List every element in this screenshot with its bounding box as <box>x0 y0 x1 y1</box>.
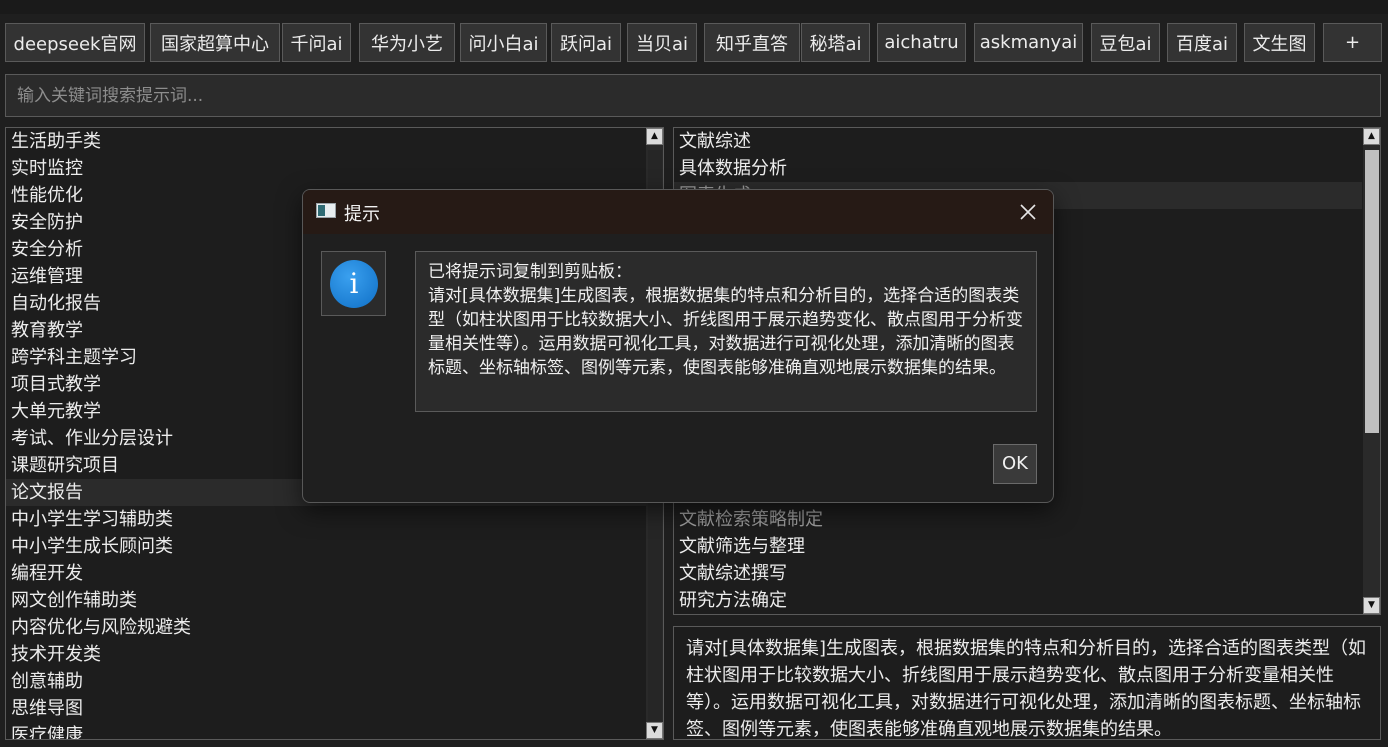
scroll-down-icon[interactable]: ▼ <box>1363 597 1380 614</box>
list-item[interactable]: 中小学生学习辅助类 <box>6 506 646 533</box>
scroll-up-icon[interactable]: ▲ <box>646 128 663 145</box>
tab-aichatru[interactable]: aichatru <box>877 23 966 62</box>
list-item[interactable]: 中小学生成长顾问类 <box>6 533 646 560</box>
tab-dangbei[interactable]: 当贝ai <box>627 23 697 62</box>
ok-button[interactable]: OK <box>993 444 1037 484</box>
list-item[interactable]: 医疗健康 <box>6 722 646 739</box>
dialog-title-bar: 提示 <box>303 190 1053 234</box>
scroll-down-icon[interactable]: ▼ <box>646 722 663 739</box>
tab-askmanyai[interactable]: askmanyai <box>974 23 1083 62</box>
list-item[interactable]: 具体数据分析 <box>674 155 1362 182</box>
close-icon <box>1020 204 1036 220</box>
prompt-scrollbar[interactable]: ▲ ▼ <box>1363 128 1380 614</box>
tab-mita[interactable]: 秘塔ai <box>801 23 870 62</box>
tab-baidu[interactable]: 百度ai <box>1167 23 1237 62</box>
app-icon <box>316 203 336 218</box>
dialog-message: 已将提示词复制到剪贴板： 请对[具体数据集]生成图表，根据数据集的特点和分析目的… <box>415 251 1037 412</box>
close-button[interactable] <box>1003 190 1053 234</box>
tab-doubao[interactable]: 豆包ai <box>1091 23 1160 62</box>
list-item[interactable]: 文献筛选与整理 <box>674 533 1362 560</box>
search-input[interactable] <box>5 74 1381 117</box>
list-item[interactable]: 网文创作辅助类 <box>6 587 646 614</box>
info-icon-box: i <box>321 251 386 316</box>
information-icon: i <box>330 260 378 308</box>
scroll-up-icon[interactable]: ▲ <box>1363 128 1380 145</box>
tab-yuewen[interactable]: 跃问ai <box>551 23 621 62</box>
tab-supercomputing-center[interactable]: 国家超算中心 <box>150 23 280 62</box>
list-item[interactable]: 文献综述 <box>674 128 1362 155</box>
tab-wenxiaobai[interactable]: 问小白ai <box>460 23 547 62</box>
list-item[interactable]: 思维导图 <box>6 695 646 722</box>
tab-deepseek[interactable]: deepseek官网 <box>5 23 145 62</box>
list-item[interactable]: 生活助手类 <box>6 128 646 155</box>
title-strip <box>0 0 1388 14</box>
dialog-title: 提示 <box>344 204 380 225</box>
tab-text-to-image[interactable]: 文生图 <box>1244 23 1315 62</box>
tab-qianwen[interactable]: 千问ai <box>282 23 351 62</box>
list-item[interactable]: 实时监控 <box>6 155 646 182</box>
list-item[interactable]: 创意辅助 <box>6 668 646 695</box>
list-item[interactable]: 编程开发 <box>6 560 646 587</box>
list-item[interactable]: 内容优化与风险规避类 <box>6 614 646 641</box>
tab-huawei-xiaoyi[interactable]: 华为小艺 <box>359 23 455 62</box>
prompt-description: 请对[具体数据集]生成图表，根据数据集的特点和分析目的，选择合适的图表类型（如柱… <box>673 626 1381 740</box>
list-item[interactable]: 研究方法确定 <box>674 587 1362 614</box>
list-item[interactable]: 文献检索策略制定 <box>674 506 1362 533</box>
message-dialog: 提示 i 已将提示词复制到剪贴板： 请对[具体数据集]生成图表，根据数据集的特点… <box>302 189 1054 503</box>
list-item[interactable]: 文献综述撰写 <box>674 560 1362 587</box>
scroll-thumb[interactable] <box>1365 150 1379 433</box>
tab-zhihu-zhida[interactable]: 知乎直答 <box>704 23 800 62</box>
add-tab-button[interactable]: + <box>1323 23 1382 62</box>
list-item[interactable]: 技术开发类 <box>6 641 646 668</box>
